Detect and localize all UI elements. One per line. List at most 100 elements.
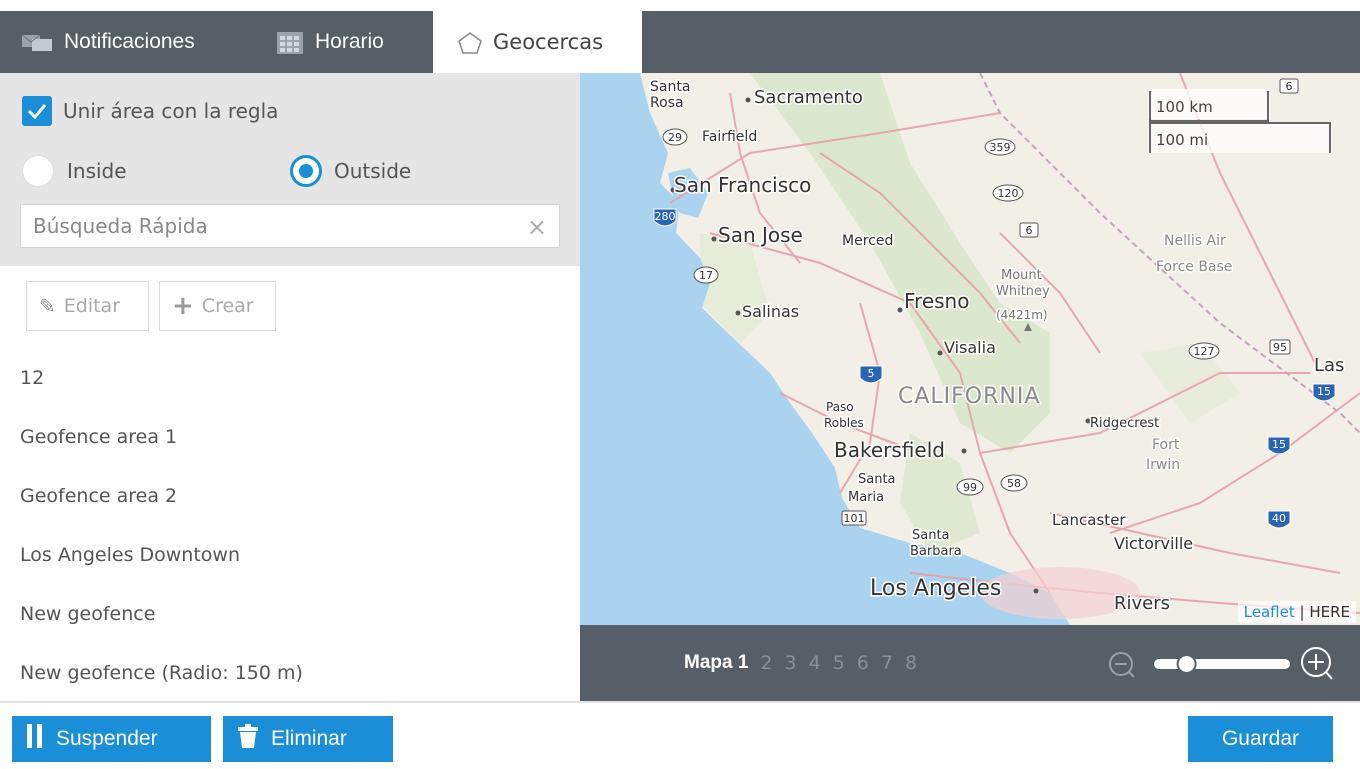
map-label: Irwin	[1146, 457, 1180, 473]
map-label: San Jose	[718, 223, 803, 247]
map-label: Whitney	[996, 284, 1050, 299]
svg-text:359: 359	[990, 141, 1011, 154]
tab-notificaciones-label: Notificaciones	[64, 30, 195, 53]
delete-button[interactable]: Eliminar	[223, 716, 393, 762]
svg-text:95: 95	[1273, 341, 1287, 354]
map-label: Las	[1314, 355, 1344, 376]
list-item[interactable]: Geofence area 1	[0, 407, 580, 466]
trash-icon	[237, 723, 259, 755]
edit-label: Editar	[63, 295, 121, 317]
delete-label: Eliminar	[271, 727, 347, 750]
map-label: Salinas	[742, 302, 799, 321]
map-pager: Mapa 1 2 3 4 5 6 7 8	[684, 625, 929, 701]
svg-text:58: 58	[1007, 477, 1021, 490]
notifications-icon	[20, 31, 54, 53]
list-item[interactable]: New geofence	[0, 584, 580, 643]
zoom-out-icon[interactable]	[1109, 652, 1135, 678]
tab-bar: Notificaciones Horario Geocercas	[0, 11, 1360, 73]
zoom-slider-handle[interactable]	[1176, 654, 1197, 674]
map-label: Sacramento	[754, 87, 863, 108]
outside-radio[interactable]	[290, 155, 322, 187]
tab-notificaciones[interactable]: Notificaciones	[20, 11, 195, 73]
map-page[interactable]: 6	[857, 652, 869, 674]
clear-icon[interactable]: ×	[527, 213, 547, 241]
map-page[interactable]: 3	[785, 652, 797, 674]
zoom-slider-track[interactable]	[1154, 659, 1290, 669]
map-label: Santa	[650, 79, 690, 95]
create-button[interactable]: + Crear	[159, 281, 276, 331]
map-label: Force Base	[1156, 259, 1232, 275]
map-label: Fresno	[904, 289, 969, 313]
here-attribution: HERE	[1309, 603, 1350, 621]
search-input[interactable]	[21, 205, 501, 247]
map-label: Nellis Air	[1164, 233, 1226, 249]
svg-text:17: 17	[699, 269, 713, 282]
list-item[interactable]: 12	[0, 348, 580, 407]
map-page[interactable]: 2	[760, 652, 772, 674]
list-item[interactable]: Los Angeles Downtown	[0, 525, 580, 584]
svg-text:100 km: 100 km	[1156, 98, 1213, 116]
map-tiles: 6 29 359 120 280 6 17 127 95 5 15 15 99 …	[580, 73, 1360, 625]
map-label: Visalia	[944, 338, 996, 357]
pentagon-icon	[457, 31, 483, 54]
zoom-control	[1106, 645, 1336, 683]
svg-text:99: 99	[963, 481, 977, 494]
svg-text:127: 127	[1194, 345, 1215, 358]
map-label: Rosa	[650, 95, 684, 111]
list-item[interactable]: Geofence area 2	[0, 466, 580, 525]
map-label: Robles	[824, 416, 864, 430]
map-page[interactable]: 8	[905, 652, 917, 674]
svg-text:5: 5	[868, 367, 875, 380]
plus-icon: +	[172, 291, 194, 321]
tab-geocercas-label: Geocercas	[493, 30, 604, 54]
svg-text:100 mi: 100 mi	[1156, 131, 1208, 149]
svg-text:6: 6	[1026, 224, 1033, 237]
map-view[interactable]: 6 29 359 120 280 6 17 127 95 5 15 15 99 …	[580, 73, 1360, 625]
map-label: (4421m)	[996, 308, 1048, 322]
map-label: Maria	[848, 490, 884, 505]
tab-horario-label: Horario	[315, 30, 384, 53]
svg-text:101: 101	[844, 512, 865, 525]
map-label: San Francisco	[674, 173, 811, 197]
map-scale: 100 km 100 mi	[1148, 89, 1332, 155]
create-label: Crear	[201, 295, 254, 317]
map-page[interactable]: 4	[809, 652, 821, 674]
map-label: Fairfield	[702, 129, 757, 145]
save-button[interactable]: Guardar	[1188, 716, 1333, 762]
inside-radio[interactable]	[22, 155, 54, 187]
map-label: Rivers	[1114, 593, 1170, 614]
map-label: Los Angeles	[870, 576, 1001, 601]
tab-horario[interactable]: Horario	[275, 11, 384, 73]
svg-text:40: 40	[1272, 512, 1286, 525]
list-item[interactable]: New geofence (Radio: 150 m)	[0, 643, 580, 702]
pencil-icon: ✎	[39, 294, 56, 318]
map-page[interactable]: 7	[881, 652, 893, 674]
map-label: Paso	[826, 400, 854, 414]
map-toolbar: Mapa 1 2 3 4 5 6 7 8	[580, 625, 1360, 701]
map-label: Santa	[858, 472, 896, 487]
zoom-in-icon[interactable]	[1301, 647, 1333, 680]
svg-text:29: 29	[668, 131, 682, 144]
calendar-icon	[275, 31, 305, 54]
svg-text:15: 15	[1272, 438, 1286, 451]
unir-area-checkbox[interactable]	[22, 96, 52, 126]
inside-label: Inside	[67, 159, 127, 183]
pause-icon	[26, 723, 44, 755]
save-label: Guardar	[1221, 727, 1300, 750]
suspend-button[interactable]: Suspender	[12, 716, 211, 762]
suspend-label: Suspender	[56, 727, 158, 750]
svg-text:15: 15	[1317, 385, 1331, 398]
geofence-rule-editor: Notificaciones Horario Geocercas Unir ár…	[0, 0, 1360, 769]
svg-text:280: 280	[655, 210, 676, 223]
geofence-list: 12 Geofence area 1 Geofence area 2 Los A…	[0, 348, 580, 702]
edit-button[interactable]: ✎ Editar	[26, 281, 149, 331]
outside-label: Outside	[334, 159, 412, 183]
leaflet-link[interactable]: Leaflet	[1244, 603, 1295, 621]
map-label: Bakersfield	[834, 438, 945, 462]
map-page[interactable]: 5	[833, 652, 845, 674]
map-label: Mount	[1001, 268, 1042, 283]
map-label: Fort	[1152, 437, 1180, 453]
tab-geocercas[interactable]: Geocercas	[433, 11, 642, 73]
map-label: Victorville	[1114, 534, 1193, 553]
map-page-active[interactable]: Mapa 1	[684, 652, 748, 674]
